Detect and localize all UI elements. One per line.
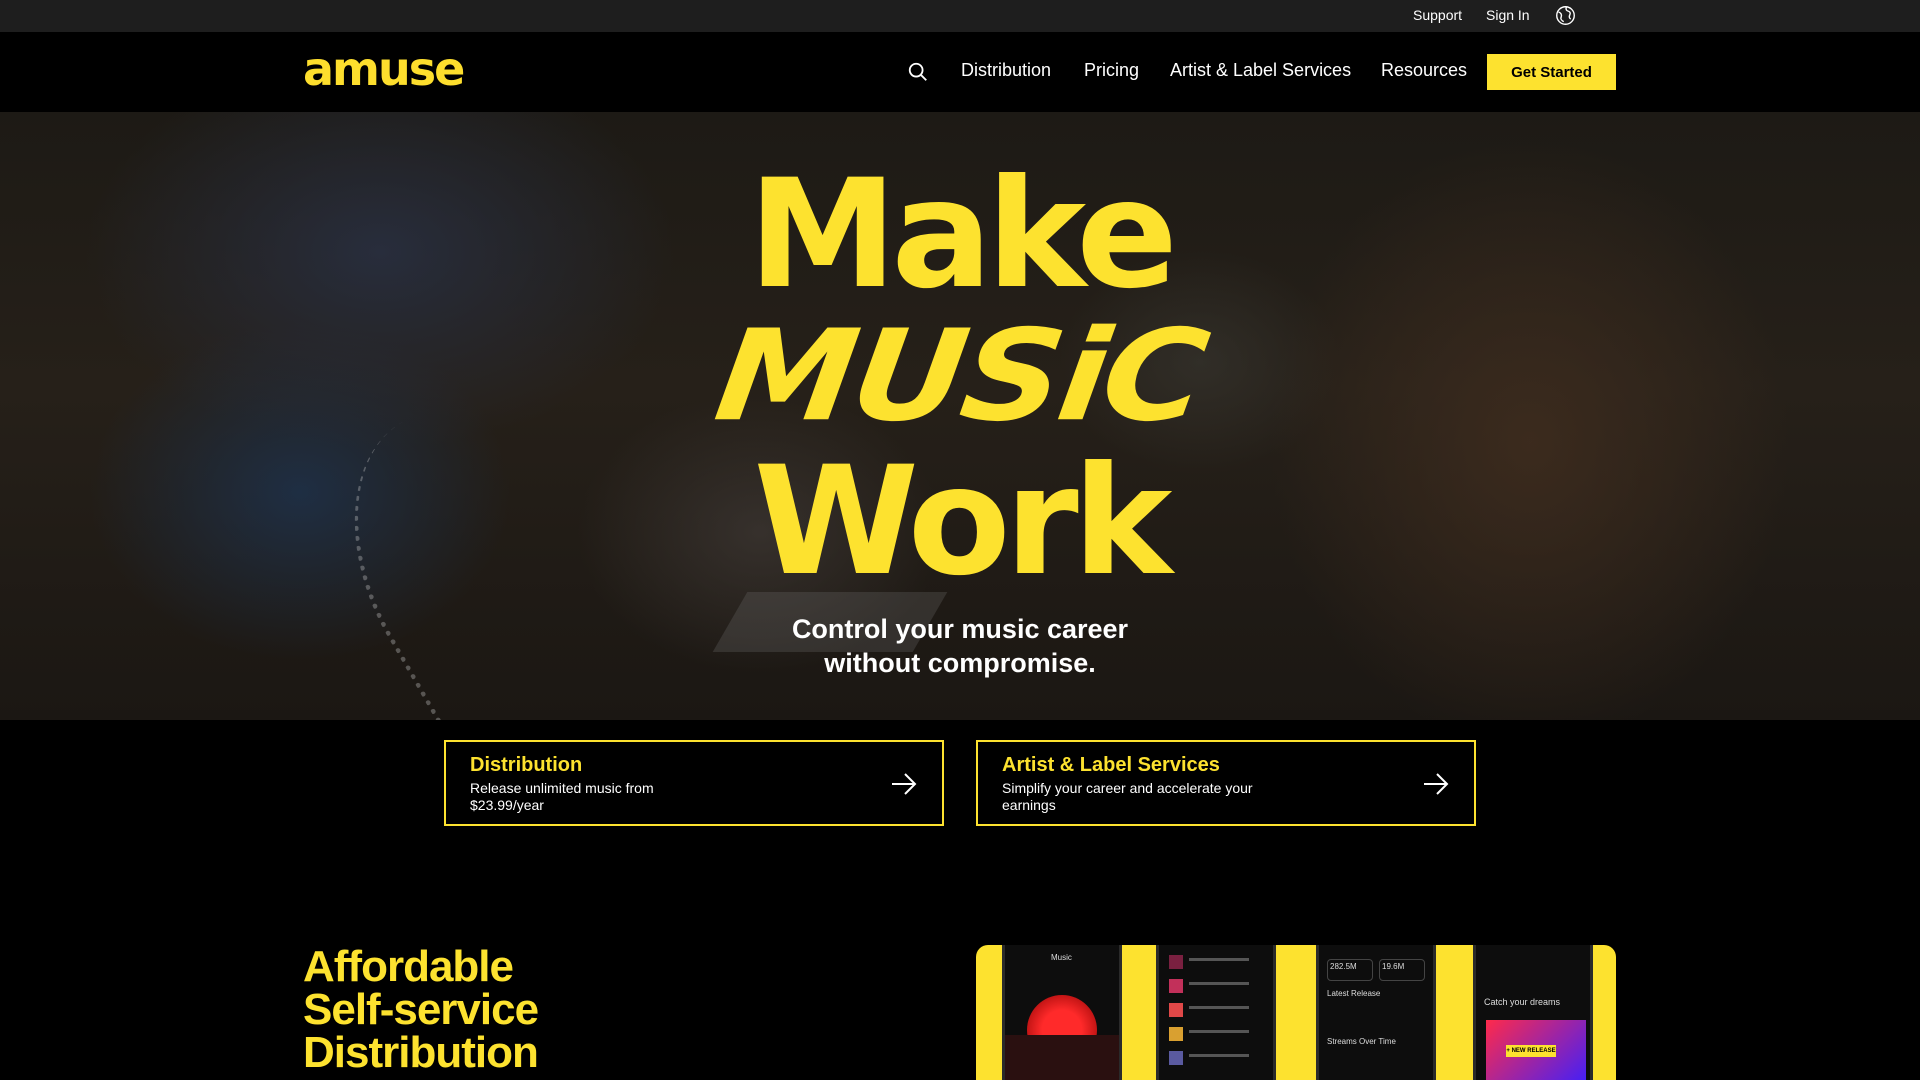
catch-your-dreams-label: Catch your dreams xyxy=(1484,997,1561,1007)
latest-release-label: Latest Release xyxy=(1327,989,1381,998)
main-header: amuse Distribution Pricing Artist & Labe… xyxy=(0,32,1920,112)
arrow-right-icon xyxy=(1424,773,1449,795)
nav-resources[interactable]: Resources xyxy=(1381,60,1467,82)
search-icon[interactable] xyxy=(907,61,929,83)
hero-subtitle: Control your music career without compro… xyxy=(0,612,1920,680)
nav-artist-label-services[interactable]: Artist & Label Services xyxy=(1170,60,1351,82)
phone-mockup-music: Music xyxy=(1002,945,1122,1080)
utility-bar: Support Sign In xyxy=(0,0,1920,32)
card-title: Artist & Label Services xyxy=(1002,754,1220,776)
card-title: Distribution xyxy=(470,754,583,776)
hero-title-make: Make xyxy=(748,148,1178,322)
sign-in-link[interactable]: Sign In xyxy=(1486,7,1530,23)
arrow-right-icon xyxy=(892,773,917,795)
release-row xyxy=(1169,955,1269,969)
section-title-line3: Distribution xyxy=(303,1028,539,1077)
phone-mockup-promo: Catch your dreams + NEW RELEASE xyxy=(1473,945,1593,1080)
distribution-card[interactable]: Distribution Release unlimited music fro… xyxy=(444,740,944,826)
support-link[interactable]: Support xyxy=(1413,7,1462,23)
release-row xyxy=(1169,979,1269,993)
album-art-hill xyxy=(1005,1035,1119,1080)
phone-music-tab: Music xyxy=(1051,953,1072,962)
release-row xyxy=(1169,1027,1269,1041)
release-row xyxy=(1169,1051,1269,1065)
section-title-line2: Self-service xyxy=(303,985,539,1034)
section-title-line1: Affordable xyxy=(303,942,514,991)
hero-title-music: MUSiC xyxy=(707,303,1213,450)
amuse-logo[interactable]: amuse xyxy=(303,46,465,92)
get-started-button[interactable]: Get Started xyxy=(1487,54,1616,90)
hero-title-work: Work xyxy=(753,435,1173,609)
card-description: Simplify your career and accelerate your… xyxy=(1002,780,1253,813)
hero-section: Make MUSiC Work Control your music caree… xyxy=(0,112,1920,720)
stat-spotify: 282.5M xyxy=(1327,959,1373,981)
new-release-badge: + NEW RELEASE xyxy=(1506,1045,1556,1057)
phone-mockup-releases xyxy=(1156,945,1276,1080)
card-description: Release unlimited music from $23.99/year xyxy=(470,780,654,813)
section-title: Affordable Self-service Distribution xyxy=(303,942,539,1077)
hero-subtitle-line1: Control your music career xyxy=(791,614,1129,644)
hero-subtitle-line2: without compromise. xyxy=(824,648,1096,678)
release-row xyxy=(1169,1003,1269,1017)
globe-icon[interactable] xyxy=(1555,5,1576,26)
streams-over-time-label: Streams Over Time xyxy=(1327,1037,1396,1046)
nav-pricing[interactable]: Pricing xyxy=(1084,60,1139,82)
phone-mockup-stats: 282.5M 19.6M Latest Release Streams Over… xyxy=(1316,945,1436,1080)
artist-label-services-card[interactable]: Artist & Label Services Simplify your ca… xyxy=(976,740,1476,826)
nav-distribution[interactable]: Distribution xyxy=(961,60,1051,82)
stat-apple-music: 19.6M xyxy=(1379,959,1425,981)
app-screenshots-panel: Music 282.5M 19.6M Latest Release Stream… xyxy=(976,945,1616,1080)
